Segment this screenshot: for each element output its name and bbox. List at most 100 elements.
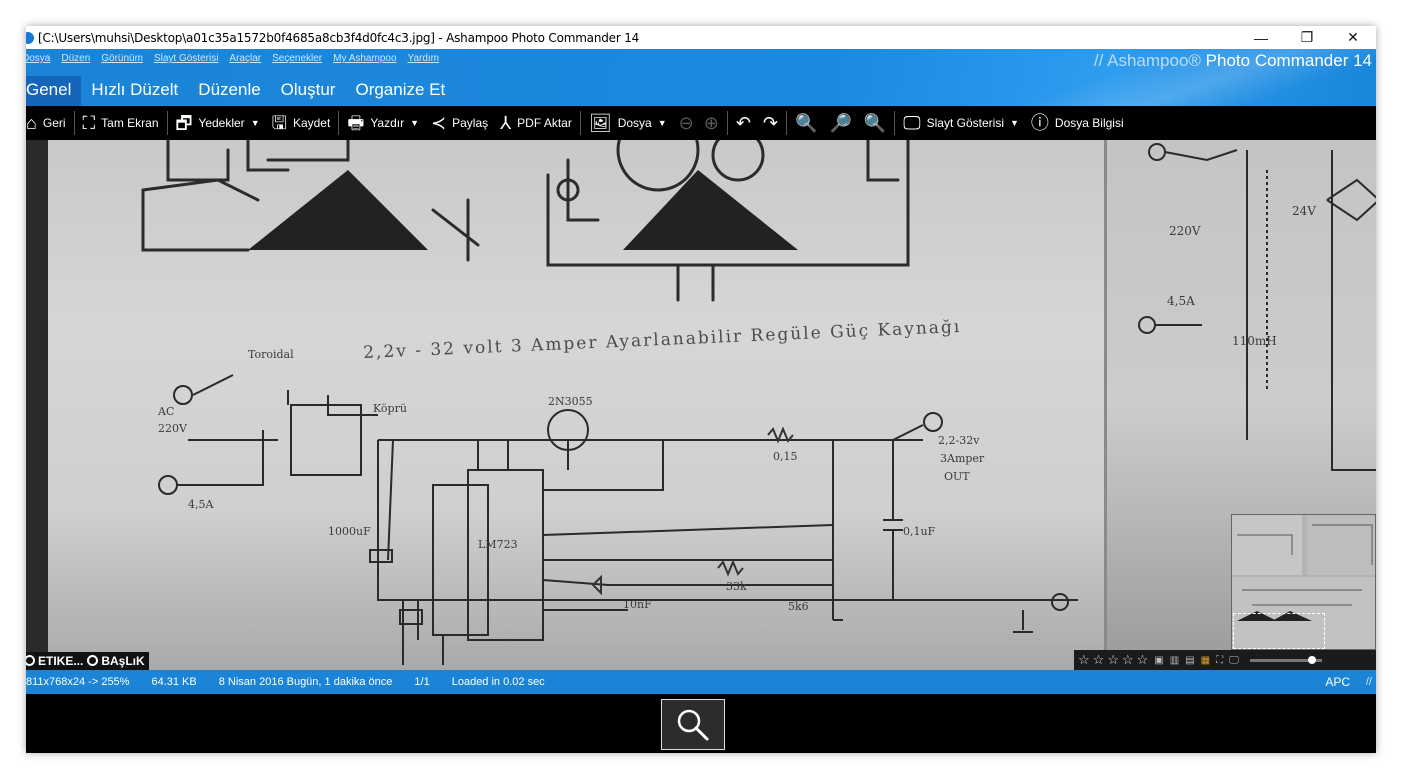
- color-info-icon[interactable]: ▦: [1201, 655, 1210, 666]
- info-icon: ⓘ: [1030, 113, 1049, 133]
- star-icon[interactable]: ☆: [1137, 652, 1149, 668]
- tag-button[interactable]: ETIKE...: [26, 654, 83, 668]
- toolbar-separator: [894, 111, 896, 135]
- svg-text:Toroidal: Toroidal: [248, 348, 294, 361]
- backups-button[interactable]: 🗗 Yedekler ▼: [170, 106, 266, 140]
- back-label: Geri: [42, 116, 66, 130]
- print-label: Yazdır: [370, 116, 405, 130]
- tab-hizli-duzelt[interactable]: Hızlı Düzelt: [81, 76, 188, 106]
- prev-icon[interactable]: ⊖: [679, 114, 694, 132]
- save-button[interactable]: 🖫 Kaydet: [266, 106, 337, 140]
- resize-grip[interactable]: //: [1366, 676, 1372, 688]
- star-icon[interactable]: ☆: [1122, 652, 1134, 668]
- menu-item-secenekler[interactable]: Seçenekler: [272, 53, 322, 64]
- svg-text:24V: 24V: [1292, 204, 1316, 218]
- status-mode[interactable]: APC: [1325, 675, 1350, 689]
- zoom-out-icon[interactable]: 🔍: [795, 114, 817, 132]
- tag-circle-icon: [26, 655, 35, 666]
- menu-item-araclar[interactable]: Araçlar: [229, 53, 261, 64]
- fit-screen-icon[interactable]: ⛶: [1216, 655, 1223, 666]
- file-label: Dosya: [617, 116, 652, 130]
- status-dimensions: 811x768x24 -> 255%: [26, 676, 130, 688]
- window-title: [C:\Users\muhsi\Desktop\a01c35a1572b0f46…: [38, 30, 640, 45]
- svg-text:Köprü: Köprü: [373, 402, 407, 415]
- title-button[interactable]: BAşLıK: [87, 654, 145, 668]
- rotate-buttons: ↶ ↷: [730, 106, 784, 140]
- svg-text:3Amper: 3Amper: [940, 452, 985, 465]
- next-icon[interactable]: ⊕: [704, 114, 719, 132]
- monitor-icon[interactable]: 🖵: [1229, 655, 1239, 666]
- menu-item-slayt-gosterisi[interactable]: Slayt Gösterisi: [154, 53, 218, 64]
- toolbar: ⌂ Geri ⛶ Tam Ekran 🗗 Yedekler ▼ 🖫 Kaydet…: [26, 106, 1376, 140]
- tag-label: ETIKE...: [38, 654, 84, 668]
- share-icon: ≺: [431, 113, 447, 133]
- image-navigator[interactable]: [1231, 514, 1376, 650]
- image-view-icon[interactable]: ▣: [1154, 655, 1163, 666]
- zoom-in-icon[interactable]: 🔍: [864, 114, 886, 132]
- tab-organize-et[interactable]: Organize Et: [345, 76, 455, 106]
- search-icon: [677, 709, 709, 740]
- title-label: BAşLıK: [101, 654, 145, 668]
- minimize-button[interactable]: —: [1238, 26, 1284, 49]
- fullscreen-button[interactable]: ⛶ Tam Ekran: [77, 106, 165, 140]
- toolbar-separator: [338, 111, 340, 135]
- restore-button[interactable]: ❐: [1284, 26, 1330, 49]
- filmstrip-thumbnail[interactable]: [661, 699, 725, 750]
- star-icon[interactable]: ☆: [1093, 652, 1105, 668]
- svg-text:0,15: 0,15: [773, 450, 798, 463]
- tab-genel[interactable]: Genel: [26, 76, 82, 106]
- zoom-slider-knob[interactable]: [1307, 655, 1316, 664]
- menu-item-yardim[interactable]: Yardım: [408, 53, 440, 64]
- app-window: [C:\Users\muhsi\Desktop\a01c35a1572b0f46…: [26, 26, 1376, 753]
- zoom-fit-icon[interactable]: 🔎: [829, 114, 851, 132]
- menu-item-duzen[interactable]: Düzen: [61, 53, 90, 64]
- close-button[interactable]: ✕: [1330, 26, 1376, 49]
- pdf-export-button[interactable]: ⅄ PDF Aktar: [494, 106, 578, 140]
- menu-item-my-ashampoo[interactable]: My Ashampoo: [333, 53, 396, 64]
- navigator-viewport[interactable]: [1233, 613, 1325, 649]
- svg-text:2N3055: 2N3055: [548, 395, 593, 408]
- title-circle-icon: [87, 655, 99, 666]
- svg-text:2,2-32v: 2,2-32v: [938, 434, 980, 447]
- zoom-buttons: 🔍 🔎 🔍: [789, 106, 892, 140]
- svg-text:4,5A: 4,5A: [1167, 294, 1195, 308]
- star-icon[interactable]: ☆: [1078, 652, 1090, 668]
- tab-duzenle[interactable]: Düzenle: [188, 76, 270, 106]
- menu-item-dosya[interactable]: Dosya: [26, 53, 50, 64]
- share-button[interactable]: ≺ Paylaş: [425, 106, 494, 140]
- zoom-slider[interactable]: [1249, 655, 1322, 664]
- image-viewer[interactable]: AC 220V 4,5A LM723 1000uF 0,15 33k 10nF …: [26, 140, 1376, 670]
- chevron-down-icon: ▼: [657, 118, 667, 128]
- status-bar: 811x768x24 -> 255% 64.31 KB 8 Nisan 2016…: [26, 670, 1376, 694]
- svg-text:AC: AC: [157, 405, 174, 418]
- backups-icon: 🗗: [175, 113, 193, 133]
- rotate-left-icon[interactable]: ↶: [736, 114, 751, 132]
- toolbar-separator: [579, 111, 581, 135]
- file-button[interactable]: 🖼 Dosya ▼: [583, 106, 673, 140]
- backups-label: Yedekler: [198, 116, 245, 130]
- filmstrip: [26, 694, 1376, 753]
- menu-item-gorunum[interactable]: Görünüm: [101, 53, 143, 64]
- tab-olustur[interactable]: Oluştur: [271, 76, 346, 106]
- pdf-icon: ⅄: [500, 113, 512, 133]
- rotate-right-icon[interactable]: ↷: [763, 114, 778, 132]
- ribbon-tabs: Genel Hızlı Düzelt Düzenle Oluştur Organ…: [26, 76, 455, 106]
- star-icon[interactable]: ☆: [1107, 652, 1119, 668]
- compare-icon[interactable]: ▤: [1185, 655, 1194, 666]
- pdf-label: PDF Aktar: [517, 116, 572, 130]
- fullscreen-icon: ⛶: [82, 113, 96, 133]
- print-button[interactable]: 🖶 Yazdır ▼: [341, 106, 425, 140]
- slideshow-button[interactable]: 🖵 Slayt Gösterisi ▼: [897, 106, 1025, 140]
- back-button[interactable]: ⌂ Geri: [26, 106, 72, 140]
- share-label: Paylaş: [452, 116, 489, 130]
- histogram-icon[interactable]: ▥: [1170, 655, 1179, 666]
- status-position: 1/1: [414, 676, 430, 688]
- file-info-button[interactable]: ⓘ Dosya Bilgisi: [1025, 106, 1130, 140]
- toolbar-separator: [73, 111, 75, 135]
- window-controls: — ❐ ✕: [1238, 26, 1376, 49]
- brand-prefix: // Ashampoo®: [1093, 51, 1201, 70]
- rating-bar: ☆ ☆ ☆ ☆ ☆ ▣ ▥ ▤ ▦ ⛶ 🖵: [1074, 650, 1376, 670]
- svg-text:220V: 220V: [1169, 224, 1201, 238]
- toolbar-separator: [786, 111, 788, 135]
- status-loadtime: Loaded in 0.02 sec: [451, 676, 545, 688]
